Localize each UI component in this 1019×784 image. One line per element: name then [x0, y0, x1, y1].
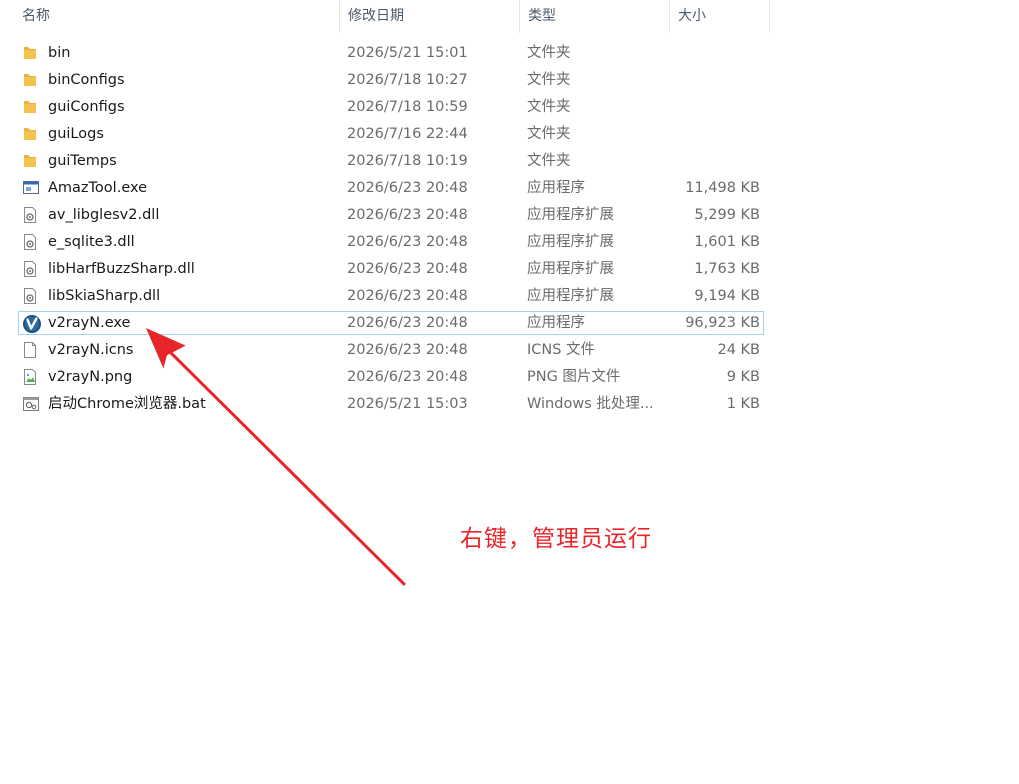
file-type: PNG 图片文件 [527, 369, 621, 385]
file-type: 应用程序 [527, 315, 585, 331]
file-date: 2026/7/16 22:44 [347, 126, 468, 142]
file-date: 2026/6/23 20:48 [347, 207, 468, 223]
file-size: 1 KB [726, 396, 760, 412]
file-size [670, 40, 760, 67]
dll-gear-icon [22, 256, 42, 283]
file-date: 2026/7/18 10:59 [347, 99, 468, 115]
dll-gear-icon [22, 283, 42, 310]
file-size: 9,194 KB [694, 288, 760, 304]
file-date: 2026/7/18 10:19 [347, 153, 468, 169]
header-type[interactable]: 类型 [520, 0, 670, 33]
file-date: 2026/6/23 20:48 [347, 180, 468, 196]
bat-gear-icon [22, 391, 42, 418]
file-size: 96,923 KB [685, 315, 760, 331]
file-row[interactable]: bin 2026/5/21 15:01 文件夹 [0, 40, 770, 67]
file-type: 应用程序扩展 [527, 261, 614, 277]
sort-ascending-icon [184, 0, 198, 2]
file-date: 2026/6/23 20:48 [347, 288, 468, 304]
file-type: 应用程序扩展 [527, 234, 614, 250]
file-type: 文件夹 [527, 153, 571, 169]
folder-icon [22, 94, 42, 121]
file-date: 2026/6/23 20:48 [347, 261, 468, 277]
file-row[interactable]: libSkiaSharp.dll 2026/6/23 20:48 应用程序扩展 9,1… [0, 283, 770, 310]
column-header: 名称 修改日期 类型 大小 [0, 0, 770, 33]
file-type: Windows 批处理... [527, 396, 654, 412]
file-name: guiTemps [48, 153, 117, 169]
file-row[interactable]: av_libglesv2.dll 2026/6/23 20:48 应用程序扩展 5,2… [0, 202, 770, 229]
file-date: 2026/6/23 20:48 [347, 315, 468, 331]
file-size [670, 67, 760, 94]
file-size [670, 148, 760, 175]
file-name: bin [48, 45, 71, 61]
file-row[interactable]: libHarfBuzzSharp.dll 2026/6/23 20:48 应用程序扩… [0, 256, 770, 283]
file-row[interactable]: v2rayN.icns 2026/6/23 20:48 ICNS 文件 24 KB [0, 337, 770, 364]
file-size: 11,498 KB [685, 180, 760, 196]
annotation-text: 右键，管理员运行 [460, 526, 652, 552]
file-type: ICNS 文件 [527, 342, 596, 358]
file-size: 24 KB [717, 342, 760, 358]
file-list: bin 2026/5/21 15:01 文件夹 binConfigs 2026/7/18… [0, 40, 770, 418]
file-row[interactable]: v2rayN.png 2026/6/23 20:48 PNG 图片文件 9 KB [0, 364, 770, 391]
file-size: 1,601 KB [694, 234, 760, 250]
file-date: 2026/6/23 20:48 [347, 369, 468, 385]
file-type: 文件夹 [527, 72, 571, 88]
file-name: libHarfBuzzSharp.dll [48, 261, 195, 277]
file-name: 启动Chrome浏览器.bat [48, 396, 206, 412]
file-row[interactable]: binConfigs 2026/7/18 10:27 文件夹 [0, 67, 770, 94]
file-type: 文件夹 [527, 126, 571, 142]
file-row[interactable]: guiLogs 2026/7/16 22:44 文件夹 [0, 121, 770, 148]
file-size [670, 121, 760, 148]
blank-file-icon [22, 337, 42, 364]
file-name: v2rayN.exe [48, 315, 131, 331]
file-size: 1,763 KB [694, 261, 760, 277]
folder-icon [22, 67, 42, 94]
file-type: 应用程序扩展 [527, 288, 614, 304]
file-name: guiConfigs [48, 99, 125, 115]
file-row[interactable]: AmazTool.exe 2026/6/23 20:48 应用程序 11,498 KB [0, 175, 770, 202]
file-size: 9 KB [726, 369, 760, 385]
image-file-icon [22, 364, 42, 391]
file-name: v2rayN.png [48, 369, 133, 385]
header-date[interactable]: 修改日期 [340, 0, 520, 33]
file-date: 2026/5/21 15:01 [347, 45, 468, 61]
file-type: 应用程序 [527, 180, 585, 196]
file-name: binConfigs [48, 72, 125, 88]
file-date: 2026/5/21 15:03 [347, 396, 468, 412]
folder-icon [22, 40, 42, 67]
file-name: e_sqlite3.dll [48, 234, 135, 250]
dll-gear-icon [22, 202, 42, 229]
file-type: 文件夹 [527, 45, 571, 61]
header-name[interactable]: 名称 [14, 0, 340, 33]
file-size [670, 94, 760, 121]
file-name: guiLogs [48, 126, 104, 142]
folder-icon [22, 148, 42, 175]
file-name: v2rayN.icns [48, 342, 134, 358]
file-date: 2026/6/23 20:48 [347, 342, 468, 358]
file-row[interactable]: v2rayN.exe 2026/6/23 20:48 应用程序 96,923 KB [0, 310, 770, 337]
file-date: 2026/6/23 20:48 [347, 234, 468, 250]
file-row[interactable]: guiConfigs 2026/7/18 10:59 文件夹 [0, 94, 770, 121]
file-name: libSkiaSharp.dll [48, 288, 161, 304]
file-date: 2026/7/18 10:27 [347, 72, 468, 88]
file-size: 5,299 KB [694, 207, 760, 223]
folder-icon [22, 121, 42, 148]
v2rayn-app-icon [22, 310, 42, 337]
dll-gear-icon [22, 229, 42, 256]
file-name: av_libglesv2.dll [48, 207, 160, 223]
file-row[interactable]: 启动Chrome浏览器.bat 2026/5/21 15:03 Windows 批处… [0, 391, 770, 418]
file-row[interactable]: e_sqlite3.dll 2026/6/23 20:48 应用程序扩展 1,601 … [0, 229, 770, 256]
file-type: 应用程序扩展 [527, 207, 614, 223]
header-size[interactable]: 大小 [670, 0, 770, 33]
file-row[interactable]: guiTemps 2026/7/18 10:19 文件夹 [0, 148, 770, 175]
exe-window-icon [22, 175, 42, 202]
file-type: 文件夹 [527, 99, 571, 115]
file-explorer: 名称 修改日期 类型 大小 bin 2026/5/21 15:01 文件夹 binCo… [0, 0, 1019, 784]
file-name: AmazTool.exe [48, 180, 148, 196]
